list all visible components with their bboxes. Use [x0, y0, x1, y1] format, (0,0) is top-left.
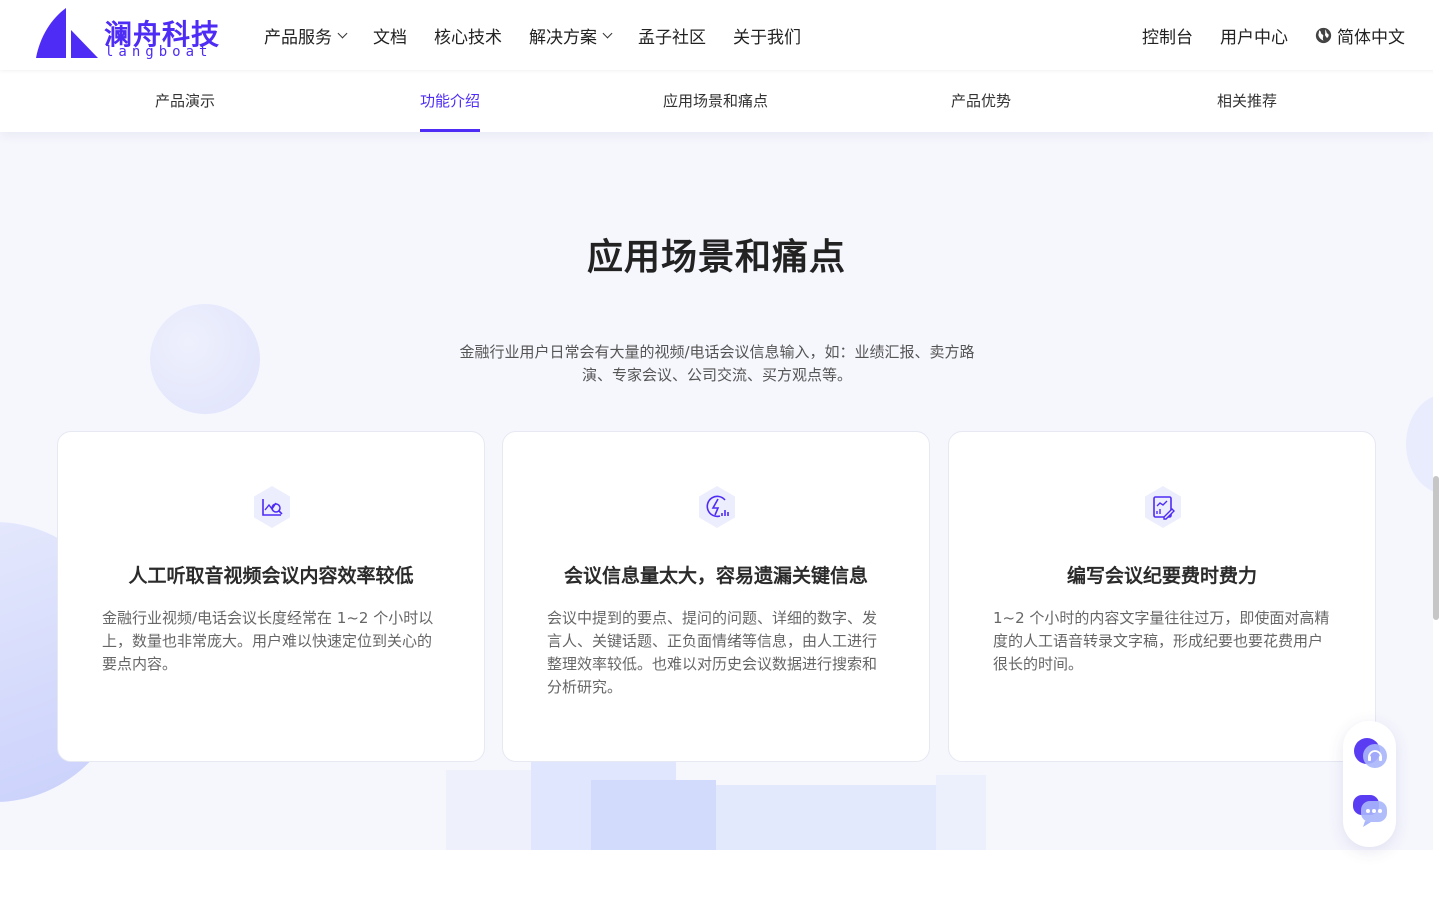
scenarios-section: 应用场景和痛点 金融行业用户日常会有大量的视频/电话会议信息输入，如：业绩汇报、… [0, 132, 1433, 850]
decorative-circle [1406, 394, 1433, 494]
scenario-card: 人工听取音视频会议内容效率较低 金融行业视频/电话会议长度经常在 1~2 个小时… [57, 431, 485, 762]
tab-advantages[interactable]: 产品优势 [951, 70, 1011, 132]
lightning-data-icon [699, 486, 735, 528]
langboat-logo[interactable]: 澜舟科技 langboat [34, 6, 219, 64]
card-title: 编写会议纪要费时费力 [1066, 565, 1257, 587]
scrollbar-thumb[interactable] [1433, 476, 1439, 620]
chart-search-icon [254, 486, 290, 528]
nav-item-about[interactable]: 关于我们 [733, 23, 801, 48]
card-title: 会议信息量太大，容易遗漏关键信息 [563, 565, 868, 587]
tab-product-demo[interactable]: 产品演示 [155, 70, 215, 132]
document-edit-icon [1145, 486, 1181, 528]
card-text: 会议中提到的要点、提问的问题、详细的数字、发言人、关键话题、正负面情绪等信息，由… [547, 609, 878, 696]
nav-item-products[interactable]: 产品服务 [264, 23, 348, 48]
user-center-link[interactable]: 用户中心 [1220, 23, 1288, 48]
decorative-bubble [150, 304, 260, 414]
nav-item-core-tech[interactable]: 核心技术 [434, 23, 502, 48]
nav-item-label: 文档 [373, 27, 407, 48]
card-text: 金融行业视频/电话会议长度经常在 1~2 个小时以上，数量也非常庞大。用户难以快… [102, 609, 434, 673]
section-tabs: 产品演示 功能介绍 应用场景和痛点 产品优势 相关推荐 [0, 70, 1433, 132]
chat-icon[interactable] [1351, 791, 1389, 829]
nav-item-label: 解决方案 [529, 27, 597, 48]
section-title: 应用场景和痛点 [586, 237, 846, 278]
scenario-card: 会议信息量太大，容易遗漏关键信息 会议中提到的要点、提问的问题、详细的数字、发言… [502, 431, 930, 762]
logo-text-en: langboat [105, 44, 213, 60]
customer-service-icon[interactable] [1351, 735, 1389, 773]
nav-item-label: 产品服务 [264, 27, 332, 48]
nav-item-solutions[interactable]: 解决方案 [529, 23, 613, 48]
card-title: 人工听取音视频会议内容效率较低 [128, 565, 414, 587]
scrollbar-track[interactable] [1433, 0, 1440, 900]
globe-icon [1315, 27, 1332, 43]
tab-scenarios[interactable]: 应用场景和痛点 [663, 70, 768, 132]
language-switch[interactable]: 简体中文 [1315, 23, 1405, 48]
user-center-label: 用户中心 [1220, 27, 1288, 48]
tab-features[interactable]: 功能介绍 [420, 70, 481, 132]
sail-logo-icon [36, 8, 98, 58]
scenario-card: 编写会议纪要费时费力 1~2 个小时的内容文字量往往过万，即使面对高精度的人工语… [948, 431, 1376, 762]
top-navbar: 澜舟科技 langboat 产品服务 文档 核心技术 解决方案 孟子社区 关于我… [0, 0, 1440, 70]
nav-item-label: 核心技术 [434, 27, 502, 48]
nav-item-docs[interactable]: 文档 [373, 23, 407, 48]
main-nav: 产品服务 文档 核心技术 解决方案 孟子社区 关于我们 [264, 0, 828, 70]
chevron-down-icon [602, 28, 613, 38]
console-label: 控制台 [1142, 27, 1193, 48]
nav-item-community[interactable]: 孟子社区 [638, 23, 706, 48]
language-label: 简体中文 [1337, 27, 1405, 48]
nav-right: 控制台 用户中心 简体中文 [1115, 0, 1405, 70]
console-link[interactable]: 控制台 [1142, 23, 1193, 48]
tab-recommendations[interactable]: 相关推荐 [1217, 70, 1277, 132]
card-text: 1~2 个小时的内容文字量往往过万，即使面对高精度的人工语音转录文字稿，形成纪要… [993, 609, 1330, 673]
decorative-blocks [446, 760, 986, 850]
nav-item-label: 关于我们 [733, 27, 801, 48]
section-description: 金融行业用户日常会有大量的视频/电话会议信息输入，如：业绩汇报、卖方路演、专家会… [459, 343, 975, 384]
floating-contact-widget [1343, 721, 1396, 847]
nav-item-label: 孟子社区 [638, 27, 706, 48]
chevron-down-icon [337, 28, 348, 38]
